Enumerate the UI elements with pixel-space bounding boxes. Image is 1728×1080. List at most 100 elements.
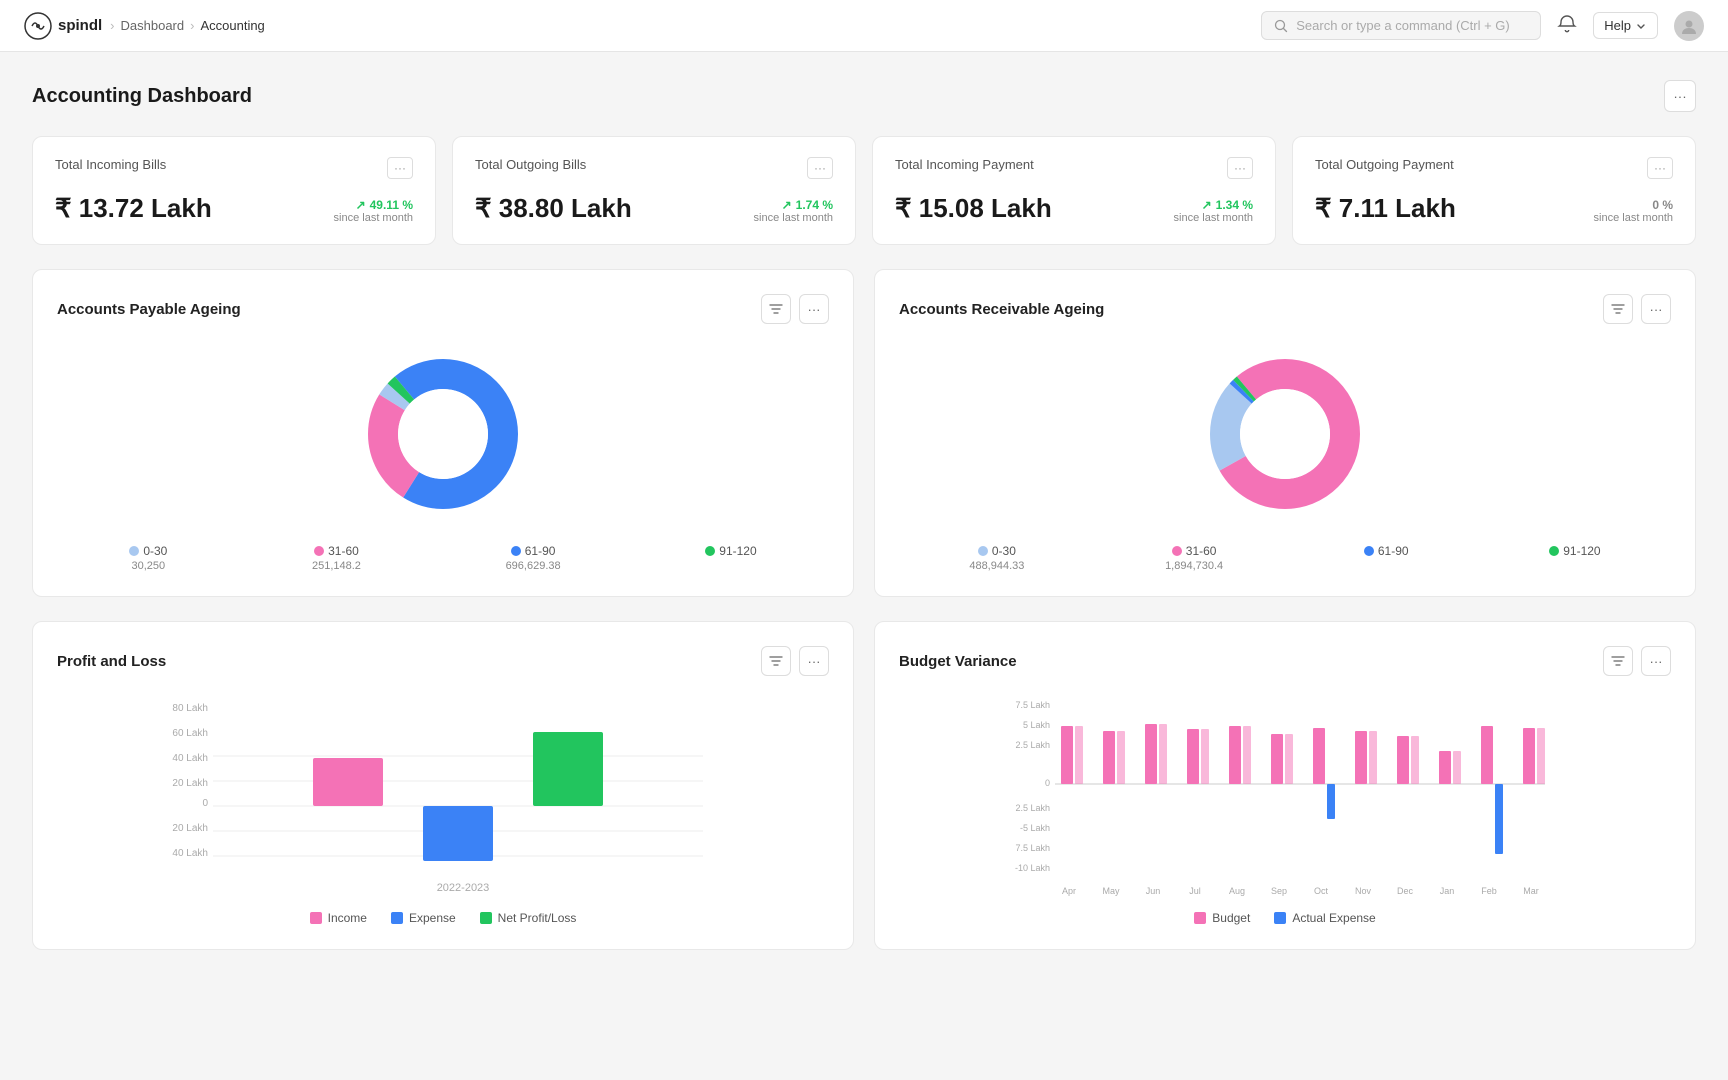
kpi-more-button-1[interactable]: ···	[807, 157, 833, 179]
kpi-change-pct-2: ↗ 1.34 %	[1174, 198, 1253, 212]
arrow-up-icon: ↗	[1202, 198, 1212, 212]
budget-variance-more-button[interactable]: ···	[1641, 646, 1671, 676]
receivable-legend-label-1: 31-60	[1172, 544, 1217, 558]
payable-legend-item-1: 31-60 251,148.2	[312, 544, 361, 572]
receivable-legend-dot-0	[978, 546, 988, 556]
receivable-more-button[interactable]: ···	[1641, 294, 1671, 324]
page-more-button[interactable]: ···	[1664, 80, 1696, 112]
payable-legend-item-0: 0-30 30,250	[129, 544, 167, 572]
kpi-change-2: ↗ 1.34 % since last month	[1174, 198, 1253, 224]
chevron-down-icon	[1635, 20, 1647, 32]
payable-legend-label-2: 61-90	[511, 544, 556, 558]
svg-text:May: May	[1102, 886, 1120, 896]
logo-icon	[24, 12, 52, 40]
search-icon	[1274, 19, 1288, 33]
kpi-value-3: ₹ 7.11 Lakh	[1315, 193, 1456, 224]
kpi-change-label-1: since last month	[754, 212, 833, 224]
kpi-value-2: ₹ 15.08 Lakh	[895, 193, 1052, 224]
logo: spindl	[24, 12, 102, 40]
payable-legend-label-1: 31-60	[314, 544, 359, 558]
chart-grid-2: Profit and Loss ··· 80 Lakh 60 Lakh 40 L…	[32, 621, 1696, 950]
budget-variance-filter-button[interactable]	[1603, 646, 1633, 676]
svg-text:5 Lakh: 5 Lakh	[1023, 720, 1050, 730]
payable-legend-dot-2	[511, 546, 521, 556]
receivable-legend-dot-1	[1172, 546, 1182, 556]
receivable-legend: 0-30 488,944.33 31-60 1,894,730.4 61-90 …	[899, 544, 1671, 572]
budget-variance-legend: Budget Actual Expense	[899, 911, 1671, 925]
receivable-legend-label-3: 91-120	[1549, 544, 1600, 558]
budget-variance-card: Budget Variance ··· 7.5 Lakh 5 Lakh 2.5 …	[874, 621, 1696, 950]
profit-loss-header: Profit and Loss ···	[57, 646, 829, 676]
kpi-more-button-3[interactable]: ···	[1647, 157, 1673, 179]
svg-text:Nov: Nov	[1355, 886, 1372, 896]
kpi-card-body-3: ₹ 7.11 Lakh 0 % since last month	[1315, 193, 1673, 224]
svg-text:Mar: Mar	[1523, 886, 1539, 896]
profit-loss-filter-button[interactable]	[761, 646, 791, 676]
kpi-more-button-2[interactable]: ···	[1227, 157, 1253, 179]
total-outgoing-bills-card: Total Outgoing Bills ··· ₹ 38.80 Lakh ↗ …	[452, 136, 856, 245]
payable-donut-container	[57, 344, 829, 524]
svg-text:2.5 Lakh: 2.5 Lakh	[1015, 740, 1050, 750]
payable-donut-chart	[353, 344, 533, 524]
kpi-change-0: ↗ 49.11 % since last month	[334, 198, 413, 224]
svg-text:2.5 Lakh: 2.5 Lakh	[1015, 803, 1050, 813]
kpi-change-label-3: since last month	[1594, 212, 1673, 224]
budget-variance-actions: ···	[1603, 646, 1671, 676]
kpi-card-title-1: Total Outgoing Bills	[475, 157, 586, 172]
search-bar[interactable]: Search or type a command (Ctrl + G)	[1261, 11, 1541, 40]
arrow-up-icon: ↗	[356, 198, 366, 212]
receivable-legend-dot-2	[1364, 546, 1374, 556]
avatar[interactable]	[1674, 11, 1704, 41]
payable-filter-button[interactable]	[761, 294, 791, 324]
expense-swatch	[391, 912, 403, 924]
receivable-legend-item-3: 91-120	[1549, 544, 1600, 572]
payable-more-button[interactable]: ···	[799, 294, 829, 324]
kpi-more-button-0[interactable]: ···	[387, 157, 413, 179]
kpi-card-header-1: Total Outgoing Bills ···	[475, 157, 833, 179]
payable-legend-value-1: 251,148.2	[312, 560, 361, 572]
payable-legend-label-0: 0-30	[129, 544, 167, 558]
profit-loss-more-button[interactable]: ···	[799, 646, 829, 676]
svg-text:40 Lakh: 40 Lakh	[172, 753, 208, 764]
receivable-donut-chart	[1195, 344, 1375, 524]
header: spindl › Dashboard › Accounting Search o…	[0, 0, 1728, 52]
kpi-card-body-0: ₹ 13.72 Lakh ↗ 49.11 % since last month	[55, 193, 413, 224]
svg-text:7.5 Lakh: 7.5 Lakh	[1015, 700, 1050, 710]
kpi-card-header-2: Total Incoming Payment ···	[895, 157, 1253, 179]
receivable-legend-item-2: 61-90	[1364, 544, 1409, 572]
payable-legend: 0-30 30,250 31-60 251,148.2 61-90 696,62…	[57, 544, 829, 572]
receivable-filter-button[interactable]	[1603, 294, 1633, 324]
payable-legend-item-3: 91-120	[705, 544, 756, 572]
payable-legend-dot-3	[705, 546, 715, 556]
payable-ageing-header: Accounts Payable Ageing ···	[57, 294, 829, 324]
svg-text:60 Lakh: 60 Lakh	[172, 728, 208, 739]
legend-net-profit: Net Profit/Loss	[480, 911, 577, 925]
header-right: Search or type a command (Ctrl + G) Help	[1261, 11, 1704, 41]
receivable-ageing-header: Accounts Receivable Ageing ···	[899, 294, 1671, 324]
kpi-change-pct-3: 0 %	[1594, 198, 1673, 212]
actual-expense-swatch	[1274, 912, 1286, 924]
kpi-card-header-3: Total Outgoing Payment ···	[1315, 157, 1673, 179]
svg-text:2022-2023: 2022-2023	[437, 882, 490, 894]
svg-text:Jan: Jan	[1440, 886, 1455, 896]
kpi-card-body-2: ₹ 15.08 Lakh ↗ 1.34 % since last month	[895, 193, 1253, 224]
legend-actual-expense: Actual Expense	[1274, 911, 1375, 925]
receivable-legend-value-1: 1,894,730.4	[1165, 560, 1223, 572]
svg-text:-5 Lakh: -5 Lakh	[1020, 823, 1050, 833]
kpi-card-title-2: Total Incoming Payment	[895, 157, 1034, 172]
receivable-legend-item-0: 0-30 488,944.33	[969, 544, 1024, 572]
svg-text:0: 0	[1045, 778, 1050, 788]
total-incoming-bills-card: Total Incoming Bills ··· ₹ 13.72 Lakh ↗ …	[32, 136, 436, 245]
kpi-value-1: ₹ 38.80 Lakh	[475, 193, 632, 224]
bell-icon[interactable]	[1557, 14, 1577, 37]
payable-legend-item-2: 61-90 696,629.38	[506, 544, 561, 572]
receivable-legend-label-2: 61-90	[1364, 544, 1409, 558]
svg-text:0: 0	[202, 798, 208, 809]
help-button[interactable]: Help	[1593, 12, 1658, 39]
receivable-legend-dot-3	[1549, 546, 1559, 556]
legend-budget: Budget	[1194, 911, 1250, 925]
svg-text:20 Lakh: 20 Lakh	[172, 778, 208, 789]
svg-text:Feb: Feb	[1481, 886, 1497, 896]
svg-text:Oct: Oct	[1314, 886, 1329, 896]
profit-loss-actions: ···	[761, 646, 829, 676]
